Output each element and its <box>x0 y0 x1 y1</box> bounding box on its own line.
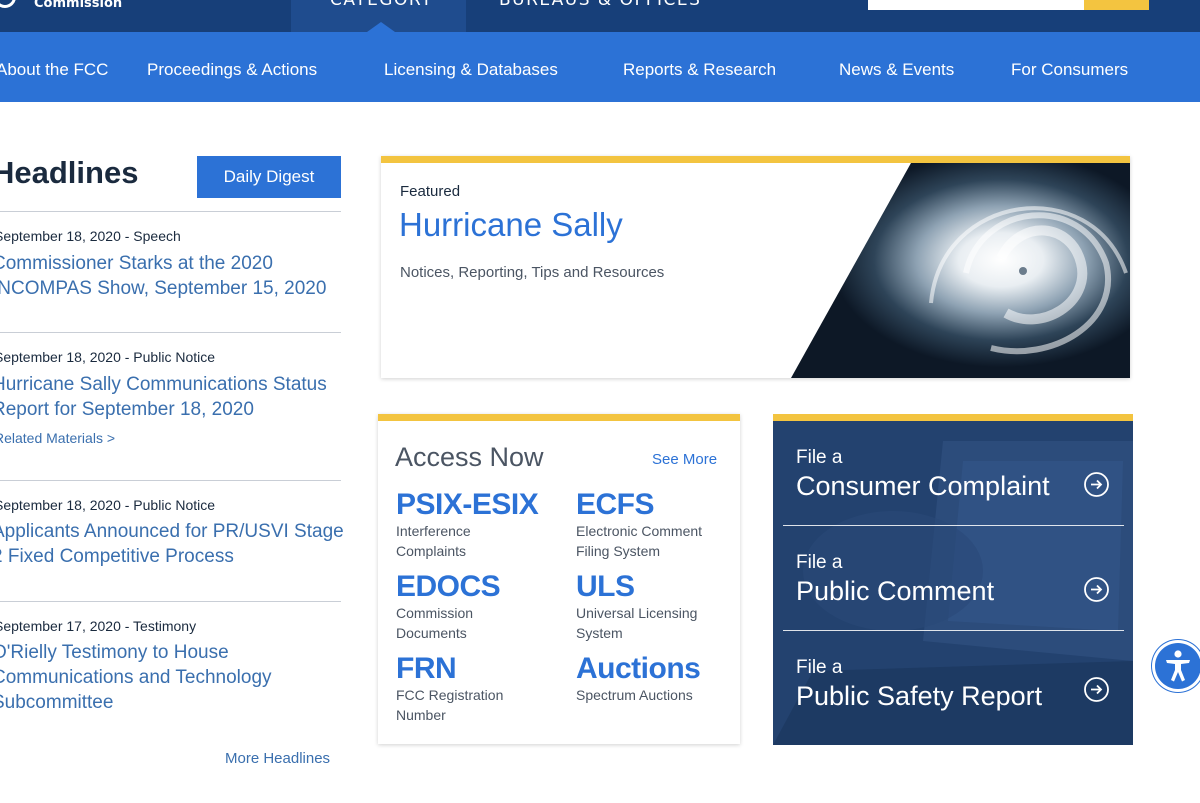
access-description: Universal Licensing <box>576 605 698 621</box>
headline-link[interactable]: Applicants Announced for PR/USVI Stage 2… <box>0 519 344 569</box>
featured-card[interactable]: Featured Hurricane Sally Notices, Report… <box>381 156 1130 378</box>
card-accent-bar <box>773 414 1133 421</box>
nav-reports-research[interactable]: Reports & Research <box>623 32 776 102</box>
access-code[interactable]: Auctions <box>576 653 746 685</box>
access-description: Number <box>396 707 446 723</box>
access-item-uls[interactable]: ULS Universal Licensing System <box>576 571 746 643</box>
headline-link[interactable]: O'Rielly Testimony to House Communicatio… <box>0 640 344 715</box>
access-item-auctions[interactable]: Auctions Spectrum Auctions <box>576 653 746 705</box>
file-label[interactable]: Consumer Complaint <box>796 471 1050 502</box>
access-code[interactable]: PSIX-ESIX <box>396 489 566 521</box>
access-now-heading: Access Now <box>395 442 544 472</box>
file-public-safety-report[interactable]: File a Public Safety Report <box>783 631 1124 736</box>
file-consumer-complaint[interactable]: File a Consumer Complaint <box>783 421 1124 526</box>
file-prefix: File a <box>796 447 843 468</box>
circle-arrow-right-icon[interactable] <box>1083 471 1110 498</box>
nav-for-consumers[interactable]: For Consumers <box>1011 32 1128 102</box>
featured-description: Notices, Reporting, Tips and Resources <box>400 264 665 281</box>
bureaus-offices-label[interactable]: BUREAUS & OFFICES <box>499 0 701 10</box>
category-label[interactable]: CATEGORY <box>330 0 433 10</box>
file-label[interactable]: Public Comment <box>796 576 994 607</box>
access-item-edocs[interactable]: EDOCS Commission Documents <box>396 571 566 643</box>
search-input[interactable] <box>868 0 1084 10</box>
access-description: Documents <box>396 625 467 641</box>
accessibility-button[interactable] <box>1155 643 1200 689</box>
access-description: Complaints <box>396 543 467 559</box>
org-name[interactable]: Commission <box>34 0 122 11</box>
divider <box>0 211 341 212</box>
headline-meta: September 18, 2020 - Public Notice <box>0 497 216 513</box>
nav-proceedings-actions[interactable]: Proceedings & Actions <box>147 32 317 102</box>
headline-meta: September 17, 2020 - Testimony <box>0 618 197 634</box>
access-description: Electronic Comment <box>576 523 703 539</box>
circle-arrow-right-icon[interactable] <box>1083 576 1110 603</box>
headline-link[interactable]: Hurricane Sally Communications Status Re… <box>0 372 344 422</box>
access-description: System <box>576 625 623 641</box>
accessibility-icon <box>1166 650 1190 682</box>
headline-meta: September 18, 2020 - Public Notice <box>0 349 216 365</box>
access-code[interactable]: ULS <box>576 571 746 603</box>
card-accent-bar <box>378 414 740 421</box>
hurricane-image <box>791 163 1130 378</box>
daily-digest-button[interactable]: Daily Digest <box>197 156 341 198</box>
file-label[interactable]: Public Safety Report <box>796 681 1042 712</box>
access-description: Filing System <box>576 543 661 559</box>
featured-title[interactable]: Hurricane Sally <box>399 206 623 244</box>
headline-link[interactable]: Commissioner Starks at the 2020 INCOMPAS… <box>0 251 344 301</box>
file-panel: File a Consumer Complaint File a Public … <box>773 414 1133 745</box>
access-description: Spectrum Auctions <box>576 687 693 703</box>
access-description: Interference <box>396 523 471 539</box>
fcc-logo-icon[interactable] <box>0 0 16 8</box>
search-button[interactable] <box>1084 0 1149 10</box>
featured-label: Featured <box>400 183 461 200</box>
nav-news-events[interactable]: News & Events <box>839 32 954 102</box>
access-item-frn[interactable]: FRN FCC Registration Number <box>396 653 566 725</box>
divider <box>0 332 341 333</box>
nav-licensing-databases[interactable]: Licensing & Databases <box>384 32 558 102</box>
access-code[interactable]: EDOCS <box>396 571 566 603</box>
circle-arrow-right-icon[interactable] <box>1083 676 1110 703</box>
file-public-comment[interactable]: File a Public Comment <box>783 526 1124 631</box>
access-item-ecfs[interactable]: ECFS Electronic Comment Filing System <box>576 489 746 561</box>
card-accent-bar <box>381 156 1130 163</box>
access-code[interactable]: FRN <box>396 653 566 685</box>
see-more-link[interactable]: See More <box>652 451 717 468</box>
headline-meta: September 18, 2020 - Speech <box>0 228 181 244</box>
access-description: FCC Registration <box>396 687 504 703</box>
more-headlines-link[interactable]: More Headlines <box>225 750 330 767</box>
divider <box>0 601 341 602</box>
access-code[interactable]: ECFS <box>576 489 746 521</box>
access-description: Commission <box>396 605 474 621</box>
site-header: Commission CATEGORY BUREAUS & OFFICES <box>0 0 1200 32</box>
file-prefix: File a <box>796 552 843 573</box>
access-item-psix-esix[interactable]: PSIX-ESIX Interference Complaints <box>396 489 566 561</box>
active-tab-pointer <box>367 22 395 32</box>
related-materials-link[interactable]: Related Materials > <box>0 430 115 446</box>
headlines-title: Headlines <box>0 155 139 190</box>
nav-about-fcc[interactable]: About the FCC <box>0 32 108 102</box>
access-now-card: Access Now See More PSIX-ESIX Interferen… <box>378 414 740 744</box>
divider <box>0 480 341 481</box>
file-prefix: File a <box>796 657 843 678</box>
main-nav: About the FCC Proceedings & Actions Lice… <box>0 32 1200 102</box>
